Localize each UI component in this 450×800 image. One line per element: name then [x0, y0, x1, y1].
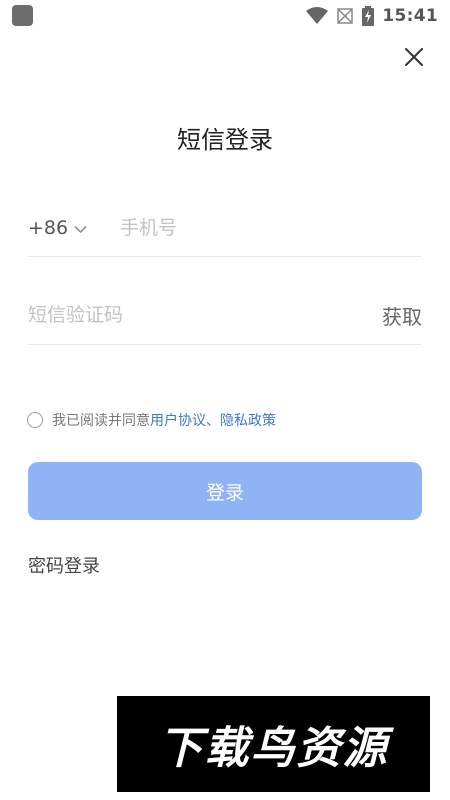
battery-charging-icon — [362, 6, 375, 26]
password-login-link[interactable]: 密码登录 — [28, 552, 100, 578]
country-code-selector[interactable]: +86 — [28, 217, 120, 239]
phone-input[interactable] — [120, 217, 410, 239]
app-icon — [12, 5, 33, 26]
agreement-row: 我已阅读并同意 用户协议 、 隐私政策 — [27, 408, 276, 432]
agreement-checkbox[interactable] — [27, 412, 43, 428]
page-title: 短信登录 — [177, 126, 273, 154]
phone-row: +86 — [28, 200, 422, 257]
chevron-down-icon — [74, 217, 87, 239]
country-code-label: +86 — [28, 217, 69, 239]
sms-code-input[interactable] — [28, 304, 328, 326]
status-bar: 15:41 — [0, 0, 450, 32]
status-time: 15:41 — [382, 6, 438, 26]
status-icons: 15:41 — [306, 4, 438, 28]
agreement-separator: 、 — [206, 413, 220, 429]
close-icon — [405, 48, 423, 70]
close-button[interactable] — [400, 45, 428, 73]
get-code-button[interactable]: 获取 — [382, 301, 422, 330]
login-button[interactable]: 登录 — [28, 462, 422, 520]
user-agreement-link[interactable]: 用户协议 — [150, 410, 206, 430]
no-signal-icon — [336, 7, 354, 25]
privacy-policy-link[interactable]: 隐私政策 — [220, 410, 276, 430]
agreement-prefix: 我已阅读并同意 — [52, 413, 150, 429]
login-screen: 15:41 短信登录 +86 获取 我已阅读并同意 用户协议 、 隐私政策 — [0, 0, 450, 800]
watermark-logo: 下载鸟资源 — [117, 696, 430, 792]
wifi-icon — [306, 7, 329, 25]
code-row: 获取 — [28, 286, 422, 345]
